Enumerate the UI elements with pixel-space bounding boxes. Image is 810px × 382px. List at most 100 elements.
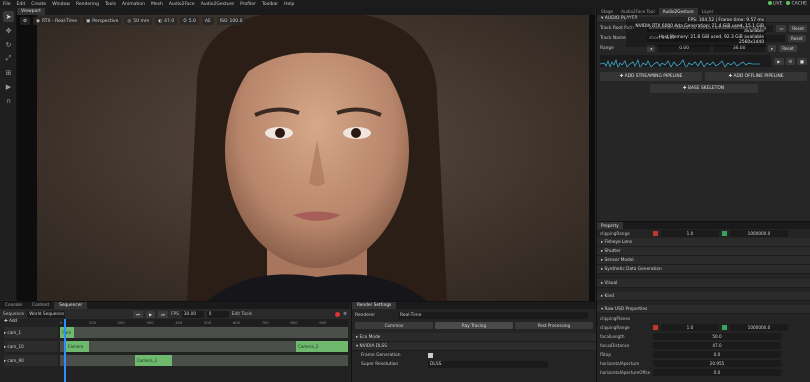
- usd-field[interactable]: 0.0: [653, 351, 781, 358]
- menu-file[interactable]: File: [0, 2, 14, 7]
- iso-field[interactable]: ISO 100.0: [216, 17, 246, 25]
- tab-render-settings[interactable]: Render Settings: [352, 302, 397, 309]
- tab-viewport[interactable]: Viewport: [17, 8, 45, 15]
- viewport[interactable]: [17, 15, 595, 301]
- play-icon[interactable]: ▶: [3, 81, 14, 92]
- subtab-common[interactable]: Common: [355, 322, 433, 329]
- usd-field[interactable]: 1000000.0: [730, 324, 788, 331]
- tab-content[interactable]: Content: [27, 302, 54, 309]
- tab-audio2gesture[interactable]: Audio2Gesture: [658, 8, 698, 15]
- menu-edit[interactable]: Edit: [14, 2, 29, 7]
- select-tool-icon[interactable]: ➤: [3, 11, 14, 22]
- track-root-reset-button[interactable]: Reset: [789, 24, 807, 32]
- menu-profiler[interactable]: Profiler: [237, 2, 259, 7]
- track-name[interactable]: ▸ cam_1: [4, 327, 58, 338]
- usd-field[interactable]: 0.0: [653, 369, 781, 376]
- section-visual[interactable]: ▸ Visual: [597, 279, 810, 288]
- menu-rendering[interactable]: Rendering: [73, 2, 102, 7]
- section-fisheye-lens[interactable]: ▸ Fisheye Lens: [597, 238, 810, 247]
- renderer-dropdown[interactable]: Real-Time: [398, 311, 588, 319]
- scale-tool-icon[interactable]: ⤢: [3, 53, 14, 64]
- tab-layer[interactable]: Layer: [698, 8, 718, 15]
- track-clip[interactable]: Camera: [65, 341, 89, 352]
- menu-animation[interactable]: Animation: [119, 2, 148, 7]
- tab-property[interactable]: Property: [597, 222, 623, 229]
- cache-indicator[interactable]: CACHE: [786, 1, 807, 7]
- sequencer-play-button[interactable]: ▶: [145, 310, 156, 318]
- range-end-arrow[interactable]: ▸: [768, 44, 777, 52]
- move-tool-icon[interactable]: ✥: [3, 25, 14, 36]
- track-lane[interactable]: Camera Camera_2: [60, 341, 348, 352]
- fps-field[interactable]: 30.00: [181, 310, 204, 318]
- tab-audio2face-tool[interactable]: Audio2Face Tool: [617, 8, 659, 15]
- timeline-ruler[interactable]: 0 100 200 300 400 500 600 700 800 900: [60, 319, 348, 326]
- add-streaming-pipeline-button[interactable]: ✚ ADD STREAMING PIPELINE: [600, 72, 702, 81]
- sequencer-track[interactable]: ▸ cam_1 Cam: [0, 327, 350, 340]
- section-kind[interactable]: ▸ Kind: [597, 292, 810, 301]
- track-lane[interactable]: Camera_2: [60, 355, 348, 366]
- track-name-reset-button[interactable]: Reset: [788, 34, 806, 42]
- track-clip[interactable]: Camera_2: [134, 355, 173, 366]
- loop-button[interactable]: ⟲: [785, 57, 796, 65]
- rotate-tool-icon[interactable]: ↻: [3, 39, 14, 50]
- playhead[interactable]: [64, 319, 66, 382]
- add-track-button[interactable]: ✚ Add: [4, 319, 17, 324]
- render-mode-dropdown[interactable]: ◉ RTX - Real-Time: [33, 17, 81, 25]
- menu-help[interactable]: Help: [281, 2, 297, 7]
- track-clip[interactable]: Camera_2: [296, 341, 348, 352]
- stop-button[interactable]: ■: [797, 57, 807, 65]
- settings-button[interactable]: ⚙: [20, 17, 31, 25]
- menu-audio2face[interactable]: Audio2Face: [166, 2, 198, 7]
- speed-field[interactable]: ⏱ 5.0: [180, 17, 199, 25]
- frame-field[interactable]: 0: [206, 310, 229, 318]
- upscale-dropdown[interactable]: DLSS: [428, 361, 548, 368]
- menu-toolbar[interactable]: Toolbar: [259, 2, 281, 7]
- base-skeleton-button[interactable]: ✚ BASE SKELETON: [649, 84, 758, 93]
- exposure-field[interactable]: ◐ 47.0: [155, 17, 178, 25]
- tab-sequencer[interactable]: Sequencer: [54, 302, 88, 309]
- lens-dropdown[interactable]: ◎ 50 mm: [124, 17, 153, 25]
- snap-tool-icon[interactable]: ⊞: [3, 67, 14, 78]
- add-offline-pipeline-button[interactable]: ✚ ADD OFFLINE PIPELINE: [705, 72, 807, 81]
- skip-start-button[interactable]: ⏮: [133, 310, 143, 318]
- menu-audio2gesture[interactable]: Audio2Gesture: [198, 2, 237, 7]
- tab-console[interactable]: Console: [0, 302, 27, 309]
- play-audio-button[interactable]: ▶: [774, 57, 784, 65]
- subtab-ray-tracing[interactable]: Ray Tracing: [435, 322, 513, 329]
- live-indicator[interactable]: LIVE: [767, 1, 782, 7]
- section-shutter[interactable]: ▸ Shutter: [597, 247, 810, 256]
- skip-end-button[interactable]: ⏭: [158, 310, 168, 318]
- track-clip[interactable]: Cam: [60, 327, 75, 338]
- audio-waveform[interactable]: [600, 55, 772, 67]
- section-eco-mode[interactable]: ▸ Eco Mode: [352, 333, 596, 342]
- folder-button[interactable]: ▭: [776, 24, 787, 32]
- menu-window[interactable]: Window: [49, 2, 73, 7]
- record-icon[interactable]: [335, 311, 341, 317]
- sequencer-track[interactable]: ▸ cam_90 Camera_2: [0, 355, 350, 368]
- magnet-icon[interactable]: ∩: [3, 95, 14, 106]
- section-raw-usd[interactable]: ▾ Raw USD Properties: [597, 305, 810, 314]
- menu-tools[interactable]: Tools: [102, 2, 119, 7]
- menu-mesh[interactable]: Mesh: [148, 2, 166, 7]
- edit-tools-button[interactable]: Edit Tools: [232, 312, 252, 317]
- sequencer-track[interactable]: ▸ cam_10 Camera Camera_2: [0, 341, 350, 354]
- track-name[interactable]: ▸ cam_10: [4, 341, 58, 352]
- subtab-post-processing[interactable]: Post Processing: [515, 322, 593, 329]
- usd-field[interactable]: 50.0: [653, 333, 781, 340]
- range-reset-button[interactable]: Reset: [779, 44, 797, 52]
- sequence-dropdown[interactable]: World Sequence: [27, 310, 66, 318]
- settings-icon[interactable]: ⚙: [343, 312, 347, 317]
- section-nvidia-dlss[interactable]: ▾ NVIDIA DLSS: [352, 342, 596, 351]
- track-lane[interactable]: Cam: [60, 327, 348, 338]
- menu-create[interactable]: Create: [28, 2, 49, 7]
- track-name[interactable]: ▸ cam_90: [4, 355, 58, 366]
- section-synthetic-data[interactable]: ▸ Synthetic Data Generation: [597, 265, 810, 274]
- usd-field[interactable]: 1.0: [661, 324, 719, 331]
- section-sensor-model[interactable]: ▸ Sensor Model: [597, 256, 810, 265]
- frame-gen-checkbox[interactable]: [428, 353, 433, 358]
- ae-toggle[interactable]: AE: [201, 17, 214, 25]
- tab-stage[interactable]: Stage: [597, 8, 617, 15]
- clipping-far-field[interactable]: 1000000.0: [730, 230, 788, 237]
- usd-field[interactable]: 47.0: [653, 342, 781, 349]
- camera-dropdown[interactable]: ▣ Perspective: [83, 17, 122, 25]
